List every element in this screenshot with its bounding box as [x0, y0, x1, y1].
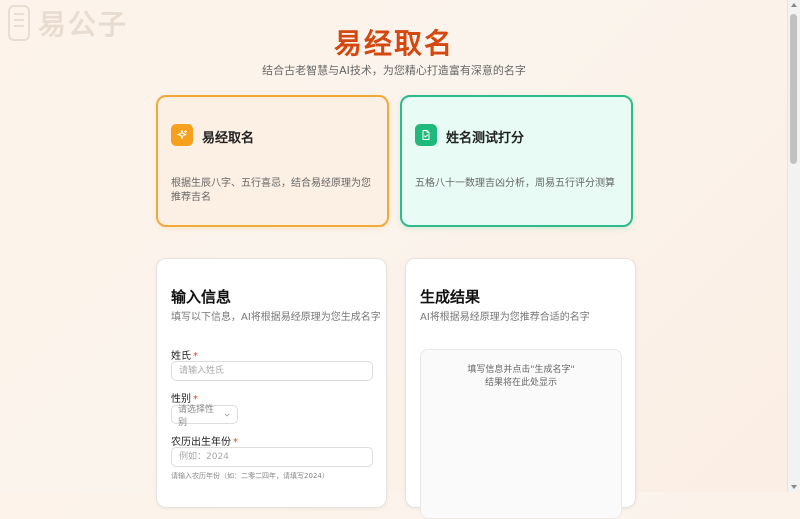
chevron-down-icon	[223, 411, 231, 419]
scroll-down-arrow-icon[interactable]	[791, 485, 797, 489]
feature-title: 易经取名	[202, 131, 255, 146]
input-card: 输入信息 填写以下信息，AI将根据易经原理为您生成名字 姓氏* 性别* 请选择性…	[156, 258, 387, 508]
result-card-subtitle: AI将根据易经原理为您推荐合适的名字	[420, 312, 590, 323]
surname-label: 姓氏 *	[171, 351, 198, 362]
feature-desc: 根据生辰八字、五行喜忌，结合易经原理为您推荐吉名	[171, 178, 371, 203]
feature-title: 姓名测试打分	[446, 131, 525, 146]
birth-year-input[interactable]	[171, 447, 373, 467]
scroll-up-arrow-icon[interactable]	[791, 3, 797, 7]
birth-year-hint: 请输入农历年份（如：二零二四年，请填写2024）	[171, 472, 329, 480]
birth-year-label: 农历出生年份 *	[171, 437, 238, 448]
gender-select[interactable]: 请选择性别	[171, 405, 238, 428]
input-card-subtitle: 填写以下信息，AI将根据易经原理为您生成名字	[171, 312, 381, 323]
result-card: 生成结果 AI将根据易经原理为您推荐合适的名字 填写信息并点击"生成名字" 结果…	[405, 258, 636, 519]
result-card-title: 生成结果	[420, 288, 481, 306]
sparkle-icon	[171, 124, 193, 146]
feature-card-naming[interactable]: 易经取名 根据生辰八字、五行喜忌，结合易经原理为您推荐吉名	[156, 95, 389, 227]
document-icon	[415, 124, 437, 146]
page-subtitle: 结合古老智慧与AI技术，为您精心打造富有深意的名字	[262, 64, 526, 77]
feature-desc: 五格八十一数理吉凶分析，周易五行评分测算	[415, 178, 615, 189]
gender-select-value: 请选择性别	[178, 404, 215, 428]
input-card-title: 输入信息	[171, 288, 232, 306]
result-empty-message: 填写信息并点击"生成名字" 结果将在此处显示	[467, 365, 575, 388]
feature-card-name-test[interactable]: 姓名测试打分 五格八十一数理吉凶分析，周易五行评分测算	[400, 95, 633, 227]
scroll-thumb[interactable]	[790, 14, 797, 164]
result-area: 填写信息并点击"生成名字" 结果将在此处显示	[420, 349, 622, 519]
page-scrollbar[interactable]	[787, 0, 800, 492]
page-title: 易经取名	[333, 27, 454, 60]
surname-input[interactable]	[171, 361, 373, 381]
